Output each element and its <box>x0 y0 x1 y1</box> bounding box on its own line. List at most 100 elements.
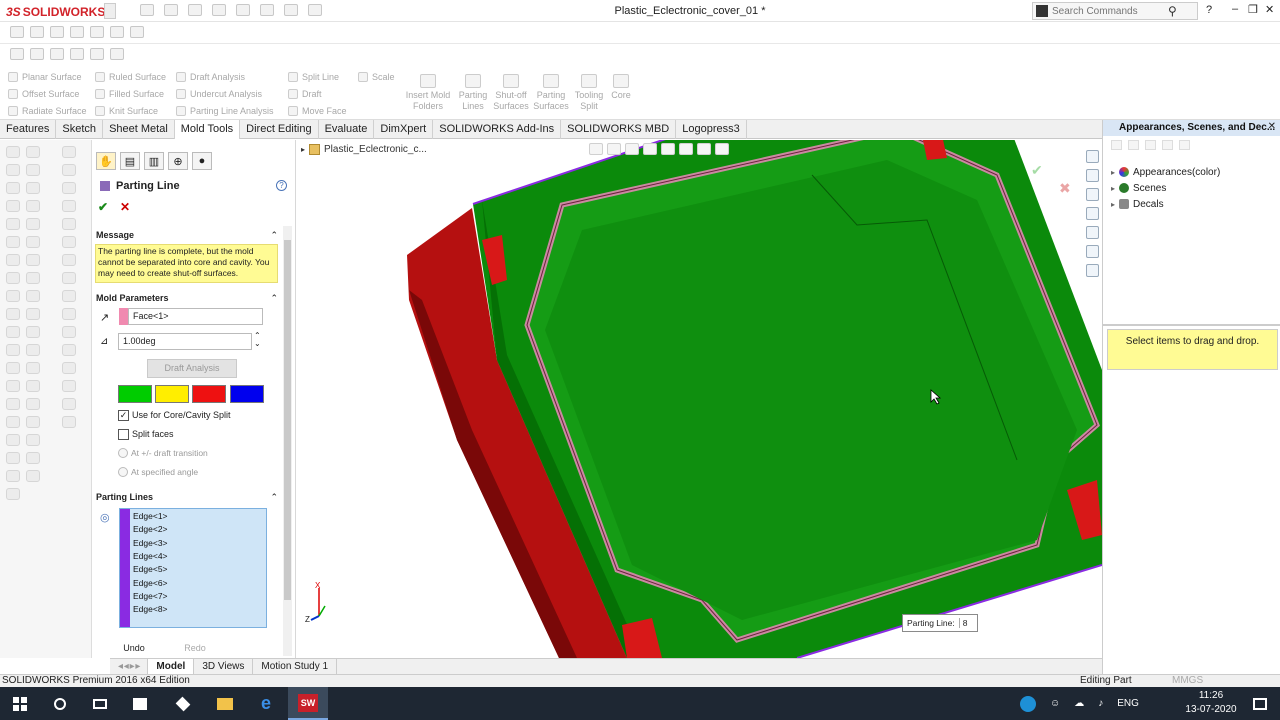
toolbar-tool-icon[interactable] <box>6 182 20 194</box>
custom-properties-tab-icon[interactable] <box>1085 245 1099 258</box>
solidworks-logo[interactable]: 3S SOLIDWORKS <box>6 4 105 19</box>
edge-browser-icon[interactable]: e <box>246 687 286 720</box>
network-icon[interactable]: ☁ <box>1074 698 1084 709</box>
split-line-button[interactable]: Split Line <box>288 68 347 85</box>
knit-surface-button[interactable]: Knit Surface <box>95 102 166 119</box>
help-icon[interactable]: ? <box>276 180 287 191</box>
toolbar-tool-icon[interactable] <box>6 398 20 410</box>
tool-d-icon[interactable] <box>70 26 84 38</box>
toolbar-tool-icon[interactable] <box>6 344 20 356</box>
draft-button[interactable]: Draft <box>288 85 347 102</box>
zoom-to-fit-icon[interactable] <box>589 143 603 155</box>
edge-select-icon[interactable]: ◎ <box>100 511 110 524</box>
minimize-button[interactable]: – <box>1232 3 1238 15</box>
file-properties-icon[interactable] <box>284 4 298 16</box>
requires-draft-negative-swatch[interactable] <box>230 385 264 403</box>
pane-splitter[interactable] <box>1103 324 1280 326</box>
toolbar-tool-icon[interactable] <box>6 272 20 284</box>
forward-icon[interactable] <box>1128 140 1139 150</box>
status-units[interactable]: MMGS <box>1172 675 1203 687</box>
edit-appearance-icon[interactable] <box>715 143 729 155</box>
core-button[interactable]: Core <box>608 74 634 101</box>
expand-arrow-icon[interactable]: ▸ <box>1111 168 1115 177</box>
toolbar-tool-icon[interactable] <box>62 326 76 338</box>
toolbar-tool-icon[interactable] <box>6 416 20 428</box>
tab-solidworks-mbd[interactable]: SOLIDWORKS MBD <box>561 120 677 139</box>
open-icon[interactable] <box>164 4 178 16</box>
split-faces-checkbox[interactable] <box>118 429 129 440</box>
tab-solidworks-add-ins[interactable]: SOLIDWORKS Add-Ins <box>433 120 562 139</box>
tool-m-icon[interactable] <box>110 48 124 60</box>
parting-surfaces-button[interactable]: Parting Surfaces <box>533 74 569 112</box>
redo-button[interactable]: Redo <box>178 641 212 656</box>
toolbar-tool-icon[interactable] <box>62 254 76 266</box>
volume-icon[interactable]: ♪ <box>1098 698 1103 709</box>
angle-spinner-icon[interactable]: ⌃ ⌄ <box>254 332 261 348</box>
tool-e-icon[interactable] <box>90 26 104 38</box>
parting-lines-button[interactable]: Parting Lines <box>456 74 490 112</box>
tool-f-icon[interactable] <box>110 26 124 38</box>
tool-c-icon[interactable] <box>50 26 64 38</box>
toolbar-tool-icon[interactable] <box>6 200 20 212</box>
tool-i-icon[interactable] <box>30 48 44 60</box>
menu-expand-arrow[interactable] <box>104 3 116 19</box>
tool-k-icon[interactable] <box>70 48 84 60</box>
ruled-surface-button[interactable]: Ruled Surface <box>95 68 166 85</box>
expand-arrow-icon[interactable]: ▸ <box>1111 184 1115 193</box>
file-explorer-tab-icon[interactable] <box>1085 188 1099 201</box>
new-icon[interactable] <box>140 4 154 16</box>
toolbar-tool-icon[interactable] <box>26 380 40 392</box>
toolbar-tool-icon[interactable] <box>62 362 76 374</box>
toolbar-tool-icon[interactable] <box>26 362 40 374</box>
edge-list-item[interactable]: Edge<8> <box>133 604 168 614</box>
tab-sketch[interactable]: Sketch <box>56 120 104 139</box>
tool-h-icon[interactable] <box>10 48 24 60</box>
store-icon[interactable] <box>120 687 160 720</box>
home-icon[interactable] <box>1145 140 1156 150</box>
configuration-manager-tab-icon[interactable]: ▥ <box>144 152 164 170</box>
feature-tree-flyout[interactable]: ▸ Plastic_Eclectronic_c... <box>301 144 427 155</box>
help-button[interactable]: ? <box>1206 4 1212 16</box>
tool-g-icon[interactable] <box>130 26 144 38</box>
tab-features[interactable]: Features <box>0 120 57 139</box>
filled-surface-button[interactable]: Filled Surface <box>95 85 166 102</box>
mold-parameters-header[interactable]: Mold Parameters ⌃ <box>96 291 278 305</box>
toolbar-tool-icon[interactable] <box>26 470 40 482</box>
toolbar-tool-icon[interactable] <box>26 200 40 212</box>
toolbar-tool-icon[interactable] <box>6 470 20 482</box>
back-icon[interactable] <box>1111 140 1122 150</box>
edge-list-item[interactable]: Edge<5> <box>133 564 168 574</box>
print-icon[interactable] <box>212 4 226 16</box>
forum-tab-icon[interactable] <box>1085 264 1099 277</box>
toolbar-tool-icon[interactable] <box>26 416 40 428</box>
view-palette-tab-icon[interactable] <box>1085 207 1099 220</box>
undercut-analysis-button[interactable]: Undercut Analysis <box>176 85 274 102</box>
collapse-caret-icon[interactable]: ⌃ <box>270 230 278 241</box>
close-button[interactable]: ✕ <box>1265 3 1274 16</box>
toolbar-tool-icon[interactable] <box>6 218 20 230</box>
parting-line-callout[interactable]: Parting Line: 8 <box>902 614 978 632</box>
feature-manager-tab-icon[interactable]: ✋ <box>96 152 116 170</box>
resources-tab-icon[interactable] <box>1085 150 1099 163</box>
toolbar-tool-icon[interactable] <box>6 326 20 338</box>
specified-angle-radio[interactable] <box>118 467 128 477</box>
dimxpert-manager-tab-icon[interactable]: ⊕ <box>168 152 188 170</box>
draft-angle-field[interactable]: 1.00deg <box>118 333 252 350</box>
toolbar-tool-icon[interactable] <box>6 488 20 500</box>
task-view-icon[interactable] <box>80 687 120 720</box>
appearances-tab-icon[interactable] <box>1085 226 1099 239</box>
part-model[interactable]: X Z <box>297 140 1102 658</box>
parting-lines-header[interactable]: Parting Lines ⌃ <box>96 490 278 504</box>
toolbar-tool-icon[interactable] <box>26 272 40 284</box>
search-icon[interactable]: ⚲ <box>1168 4 1177 18</box>
use-core-cavity-checkbox[interactable]: ✓ <box>118 410 129 421</box>
scale-button[interactable]: Scale <box>358 68 395 85</box>
hide-show-icon[interactable] <box>697 143 711 155</box>
tab-logopress3[interactable]: Logopress3 <box>676 120 747 139</box>
design-library-tab-icon[interactable] <box>1085 169 1099 182</box>
requires-draft-positive-swatch[interactable] <box>155 385 189 403</box>
ok-button[interactable]: ✔ <box>98 200 108 214</box>
file-explorer-icon[interactable] <box>205 687 245 720</box>
task-pane-close-icon[interactable]: ✕ <box>1268 121 1276 132</box>
pull-direction-field[interactable]: Face<1> <box>128 308 263 325</box>
